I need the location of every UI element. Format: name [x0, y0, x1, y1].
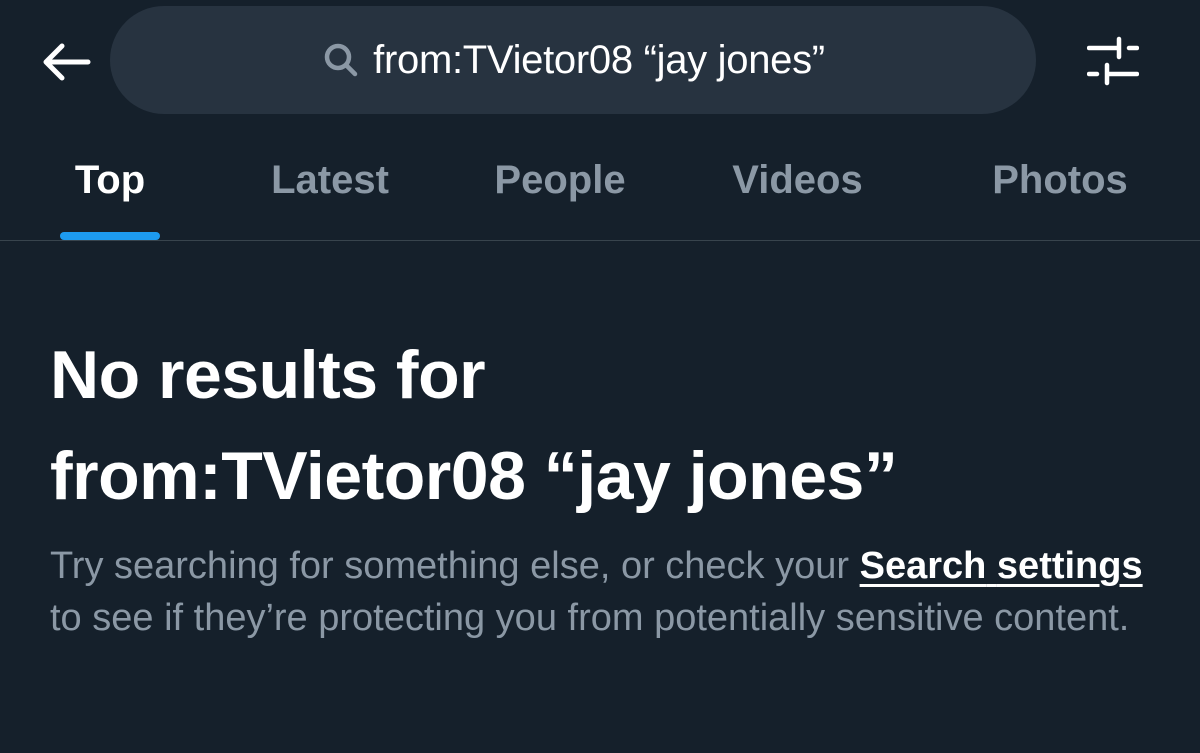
search-tabs: Top Latest People Videos Photos	[0, 120, 1200, 240]
no-results-query: from:TVietor08 “jay jones”	[50, 438, 898, 514]
tab-top[interactable]: Top	[40, 120, 180, 240]
active-tab-indicator	[60, 232, 160, 240]
back-button[interactable]	[36, 34, 96, 90]
search-query-text: from:TVietor08 “jay jones”	[373, 37, 825, 82]
search-settings-link-part2: settings	[996, 545, 1143, 587]
tab-photos[interactable]: Photos	[960, 120, 1160, 240]
tab-latest[interactable]: Latest	[240, 120, 420, 240]
no-results-description: Try searching for something else, or che…	[50, 540, 1160, 644]
back-arrow-icon	[43, 43, 91, 81]
search-settings-link[interactable]: Search settings	[860, 545, 1143, 587]
tab-videos[interactable]: Videos	[705, 120, 890, 240]
search-settings-link-part1: Search	[859, 545, 987, 587]
description-prefix: Try searching for something else, or che…	[50, 545, 860, 587]
search-icon	[321, 40, 361, 80]
search-results-screen: from:TVietor08 “jay jones” Top Latest Pe…	[0, 0, 1200, 753]
no-results-heading-line1: No results for	[50, 337, 486, 413]
search-filter-button[interactable]	[1080, 30, 1146, 92]
tab-people[interactable]: People	[470, 120, 650, 240]
tabs-divider	[0, 240, 1200, 241]
filter-sliders-icon	[1087, 36, 1139, 86]
top-bar: from:TVietor08 “jay jones”	[0, 0, 1200, 120]
description-suffix: to see if they’re protecting you from po…	[50, 597, 1130, 639]
search-input[interactable]: from:TVietor08 “jay jones”	[110, 6, 1036, 114]
no-results-heading: No results for from:TVietor08 “jay jones…	[50, 325, 1170, 527]
